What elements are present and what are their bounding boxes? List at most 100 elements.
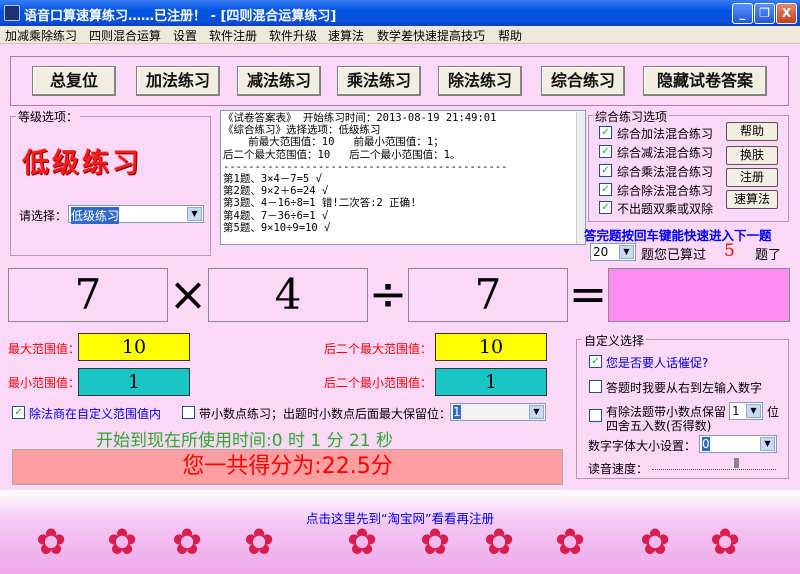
menu-math-tips[interactable]: 数学差快速提高技巧 (377, 27, 485, 44)
help-button[interactable]: 帮助 (726, 122, 778, 141)
decimal-places-value: 1 (453, 405, 461, 419)
addition-button[interactable]: 加法练习 (136, 66, 220, 96)
equals-operator: = (568, 267, 608, 321)
opt-mul-label: 综合乘法混合练习 (617, 165, 714, 179)
title-bar: 语音口算速算练习……已注册！ - [四则混合运算练习] _ ❐ X (0, 0, 800, 26)
flower-decoration-icon: ✿ (347, 522, 378, 563)
app-icon (4, 5, 20, 21)
maximize-button[interactable]: ❐ (754, 3, 775, 24)
menu-help[interactable]: 帮助 (498, 27, 522, 44)
log-line: 后二个最大范围值：10 后二个最小范围值：1。 (223, 148, 461, 161)
close-button[interactable]: X (776, 3, 797, 24)
reset-button[interactable]: 总复位 (32, 66, 116, 96)
max-range-field[interactable]: 10 (78, 333, 190, 361)
div-decimal-select[interactable]: 1 ▼ (729, 402, 763, 420)
level-legend: 等级选项： (16, 108, 81, 125)
flower-decoration-icon: ✿ (172, 522, 203, 563)
log-line: 《综合练习》选择选项：低级练习 (223, 124, 381, 137)
operand-c: 7 (408, 268, 568, 322)
font-size-select[interactable]: 0 ▼ (699, 435, 777, 453)
max2-range-label: 后二个最大范围值： (324, 342, 433, 356)
minimize-button[interactable]: _ (732, 3, 753, 24)
urge-label: 您是否要人话催促? (606, 356, 709, 370)
decimal-checkbox[interactable] (182, 406, 195, 419)
log-line: 第4题、7－36÷6=1 √ (223, 209, 329, 222)
rtl-input-checkbox[interactable] (589, 380, 602, 393)
fast-method-button[interactable]: 速算法 (726, 190, 778, 209)
subtraction-button[interactable]: 减法练习 (237, 66, 321, 96)
div-in-range-label: 除法商在自定义范围值内 (29, 407, 162, 421)
chevron-down-icon[interactable]: ▼ (187, 207, 202, 221)
skin-button[interactable]: 换肤 (726, 146, 778, 165)
flower-decoration-icon: ✿ (107, 522, 138, 563)
menu-fast-method[interactable]: 速算法 (328, 27, 364, 44)
opt-no-double-label: 不出题双乘或双除 (617, 202, 714, 216)
question-count-value: 20 (593, 245, 609, 259)
opt-sub-label: 综合减法混合练习 (617, 146, 714, 160)
log-line: 《试卷答案表》 开始练习时间：2013-08-19 21:49:01 (223, 112, 497, 124)
chevron-down-icon[interactable]: ▼ (760, 437, 775, 451)
log-line: 第2题、9×2＋6=24 √ (223, 185, 329, 198)
max2-range-field[interactable]: 10 (435, 333, 547, 361)
menu-settings[interactable]: 设置 (173, 27, 197, 44)
score-panel: 您一共得分为:22.5分 (12, 449, 563, 485)
progress-text-2: 题了 (755, 248, 782, 263)
log-line: 第3题、4－16÷8=1 错!二次答:2 正确! (223, 197, 417, 210)
max-range-label: 最大范围值： (8, 342, 81, 356)
opt-div-checkbox[interactable]: ✓ (599, 183, 612, 196)
menu-register[interactable]: 软件注册 (209, 27, 257, 44)
current-level: 低级练习 (22, 148, 142, 179)
font-size-value: 0 (702, 437, 710, 451)
opt-no-double-checkbox[interactable]: ✓ (599, 201, 612, 214)
multiply-operator: × (168, 267, 208, 321)
urge-checkbox[interactable]: ✓ (589, 355, 602, 368)
chevron-down-icon[interactable]: ▼ (746, 404, 761, 418)
hide-answers-button[interactable]: 隐藏试卷答案 (643, 66, 767, 96)
answer-input[interactable] (608, 268, 790, 322)
register-button[interactable]: 注册 (726, 168, 778, 187)
div-decimal-unit: 位 (767, 405, 780, 419)
level-select[interactable]: 低级练习 ▼ (68, 205, 204, 224)
menu-add-sub-mul-div[interactable]: 加减乘除练习 (5, 27, 77, 44)
decimal-places-select[interactable]: 1 ▼ (450, 403, 546, 421)
flower-decoration-icon: ✿ (640, 522, 671, 563)
opt-add-label: 综合加法混合练习 (617, 127, 714, 141)
opt-add-checkbox[interactable]: ✓ (599, 126, 612, 139)
question-count-select[interactable]: 20 ▼ (590, 243, 636, 261)
menu-mixed-ops[interactable]: 四则混合运算 (89, 27, 161, 44)
chevron-down-icon[interactable]: ▼ (529, 405, 544, 419)
div-decimal-checkbox[interactable] (589, 409, 602, 422)
flower-decoration-icon: ✿ (484, 522, 515, 563)
answer-log[interactable]: 《试卷答案表》 开始练习时间：2013-08-19 21:49:01 《综合练习… (220, 110, 586, 245)
min-range-field[interactable]: 1 (78, 368, 190, 396)
min2-range-field[interactable]: 1 (435, 368, 547, 396)
combined-button[interactable]: 综合练习 (541, 66, 625, 96)
level-select-value: 低级练习 (71, 207, 120, 224)
min2-range-label: 后二个最小范围值： (324, 376, 433, 390)
combined-options-legend: 综合练习选项 (593, 108, 670, 125)
division-button[interactable]: 除法练习 (438, 66, 522, 96)
opt-mul-checkbox[interactable]: ✓ (599, 164, 612, 177)
elapsed-time: 开始到现在所使用时间:0 时 1 分 21 秒 (96, 431, 394, 451)
menu-bar: 加减乘除练习 四则混合运算 设置 软件注册 软件升级 速算法 数学差快速提高技巧… (0, 26, 800, 44)
opt-div-label: 综合除法混合练习 (617, 184, 714, 198)
decimal-label: 带小数点练习；出题时小数点后面最大保留位： (199, 407, 452, 421)
menu-upgrade[interactable]: 软件升级 (269, 27, 317, 44)
chevron-down-icon[interactable]: ▼ (619, 245, 634, 259)
opt-sub-checkbox[interactable]: ✓ (599, 145, 612, 158)
div-decimal-round-label: 四舍五入数(否得数) (606, 419, 712, 433)
min-range-label: 最小范围值： (8, 376, 81, 390)
div-decimal-value: 1 (732, 404, 740, 418)
flower-decoration-icon: ✿ (710, 522, 741, 563)
score-text: 您一共得分为:22.5分 (182, 454, 393, 479)
speed-slider-thumb[interactable] (734, 458, 739, 468)
progress-text-1: 题您已算过 (641, 248, 707, 263)
operand-b: 4 (208, 268, 368, 322)
level-group (10, 116, 211, 256)
font-size-label: 数字字体大小设置： (588, 439, 697, 453)
divide-operator: ÷ (368, 267, 408, 321)
custom-legend: 自定义选择 (582, 332, 647, 349)
speed-slider[interactable] (652, 462, 776, 470)
multiplication-button[interactable]: 乘法练习 (337, 66, 421, 96)
div-in-range-checkbox[interactable]: ✓ (12, 406, 25, 419)
